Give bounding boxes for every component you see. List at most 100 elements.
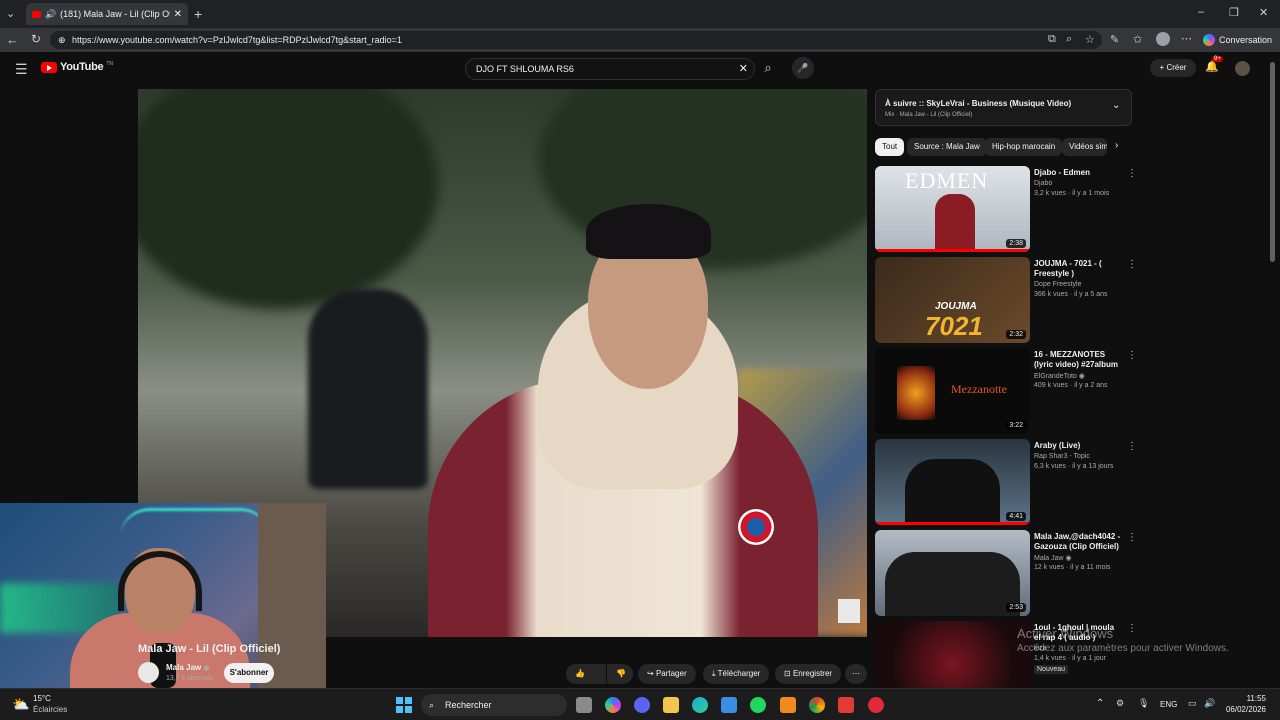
browser-tab[interactable]: 🔊 (181) Mala Jaw - Lil (Clip Offici ✕ (26, 3, 188, 25)
activate-windows-subtitle: Accédez aux paramètres pour activer Wind… (1017, 643, 1229, 654)
recommendation-card[interactable]: 4:41 Araby (Live) Rap Shar3 - Topic 6,3 … (875, 439, 1137, 525)
tray-overflow-icon[interactable]: ⌃ (1096, 698, 1104, 709)
more-options-icon[interactable]: ⋮ (1127, 623, 1135, 634)
weather-temperature[interactable]: 15°C (33, 694, 51, 703)
network-icon[interactable]: ▭ (1188, 698, 1197, 709)
chevron-right-icon[interactable]: › (1115, 140, 1118, 151)
channel-avatar[interactable] (138, 662, 159, 683)
menu-dots-icon[interactable]: ⋯ (1181, 32, 1192, 45)
share-button[interactable]: ↪ Partager (638, 664, 696, 684)
rec-meta: 6,3 k vues · il y a 13 jours (1034, 463, 1114, 470)
speaker-icon[interactable]: 🔊 (45, 9, 56, 20)
chip-moroccan-hiphop[interactable]: Hip-hop marocain (985, 138, 1063, 156)
rec-meta: 3,2 k vues · il y a 1 mois (1034, 190, 1110, 197)
account-avatar[interactable] (1235, 61, 1250, 76)
file-explorer-icon[interactable] (663, 697, 679, 713)
subscribe-button[interactable]: S'abonner (224, 663, 274, 683)
video-thumbnail[interactable]: 4:41 (875, 439, 1030, 525)
chrome-icon[interactable] (809, 697, 825, 713)
microphone-icon[interactable]: 🎙 (1138, 698, 1149, 709)
favorites-icon[interactable]: ✩ (1133, 33, 1142, 46)
tray-app-icon[interactable]: ⚙ (1116, 698, 1124, 709)
chevron-down-icon[interactable]: ⌄ (1112, 100, 1120, 111)
more-options-icon[interactable]: ⋮ (1127, 168, 1137, 179)
recommendation-card[interactable]: 2:53 Mala Jaw,@dach4042 - Gazouza (Clip … (875, 530, 1137, 616)
search-input[interactable]: DJO FT SHLOUMA RS6 (476, 64, 574, 74)
channel-name[interactable]: Mala Jaw ◉ (166, 663, 209, 672)
more-options-icon[interactable]: ⋮ (1127, 532, 1137, 543)
app-icon[interactable] (838, 697, 854, 713)
more-options-icon[interactable]: ⋮ (1127, 350, 1137, 361)
like-button[interactable]: 👍 823 (566, 664, 606, 698)
video-thumbnail[interactable] (875, 621, 1030, 688)
vlc-icon[interactable] (780, 697, 796, 713)
start-button[interactable] (396, 697, 412, 713)
rec-channel: Mala Jaw ◉ (1034, 554, 1072, 562)
page-scrollbar[interactable] (1270, 62, 1275, 262)
save-button[interactable]: ⊡ Enregistrer (775, 664, 842, 684)
close-window-icon[interactable]: ✕ (1259, 6, 1268, 19)
webcam-overlay (0, 503, 326, 688)
close-tab-icon[interactable]: ✕ (174, 9, 182, 20)
task-view-icon[interactable] (576, 697, 592, 713)
search-box[interactable]: DJO FT SHLOUMA RS6 ✕ (465, 58, 755, 80)
hamburger-menu-icon[interactable]: ☰ (15, 61, 28, 78)
maximize-icon[interactable]: ❐ (1229, 6, 1239, 19)
chip-all[interactable]: Tout (875, 138, 905, 156)
refresh-icon[interactable]: ↻ (31, 32, 41, 46)
youtube-favicon-icon (32, 10, 41, 18)
extensions-icon[interactable]: ✎ (1110, 33, 1119, 46)
search-icon[interactable]: ⌕ (760, 60, 776, 76)
video-thumbnail[interactable]: Mezzanotte 3:22 (875, 348, 1030, 434)
recommendation-card[interactable]: EDMEN 2:38 Djabo - Edmen Djabo 3,2 k vue… (875, 166, 1137, 252)
edge-icon[interactable] (692, 697, 708, 713)
discord-icon[interactable] (634, 697, 650, 713)
clear-search-icon[interactable]: ✕ (739, 59, 748, 79)
youtube-logo-text: YouTube (60, 61, 104, 73)
channel-name-text: Mala Jaw (166, 663, 202, 672)
chip-similar-videos[interactable]: Vidéos sim (1062, 138, 1107, 156)
chip-source-mala-jaw[interactable]: Source : Mala Jaw (907, 138, 987, 156)
youtube-country-code: TN (106, 61, 113, 67)
video-thumbnail[interactable]: JOUJMA 7021 2:32 (875, 257, 1030, 343)
minimize-icon[interactable]: – (1198, 6, 1204, 18)
streaming-app-icon[interactable] (868, 697, 884, 713)
copilot-app-icon[interactable] (605, 697, 621, 713)
video-thumbnail[interactable]: EDMEN 2:38 (875, 166, 1030, 252)
weather-icon[interactable]: ⛅ (12, 696, 29, 713)
zoom-icon[interactable]: ⌕ (1066, 33, 1072, 46)
download-button[interactable]: ⤓ Télécharger (703, 664, 770, 684)
microsoft-store-icon[interactable] (721, 697, 737, 713)
youtube-logo[interactable]: YouTube TN (41, 61, 113, 73)
rec-meta: 366 k vues · il y a 5 ans (1034, 291, 1108, 298)
recommendation-card[interactable]: JOUJMA 7021 2:32 JOUJMA - 7021 - ( Frees… (875, 257, 1137, 343)
create-button[interactable]: + Créer (1150, 59, 1196, 77)
site-info-icon[interactable]: ⊕ (58, 31, 66, 49)
video-thumbnail[interactable]: 2:53 (875, 530, 1030, 616)
language-indicator[interactable]: ENG (1160, 700, 1177, 709)
more-options-icon[interactable]: ⋮ (1127, 441, 1137, 452)
clock-time[interactable]: 11:55 (1230, 694, 1266, 703)
notifications-button[interactable]: 🔔 9+ (1205, 56, 1223, 73)
voice-search-icon[interactable]: 🎤 (792, 57, 814, 79)
app-available-icon[interactable]: ⧉ (1048, 33, 1056, 46)
copilot-conversation-button[interactable]: Conversation (1203, 31, 1275, 49)
back-icon[interactable]: ← (6, 32, 19, 47)
tab-list-icon[interactable]: ⌄ (6, 7, 15, 20)
taskbar-search[interactable]: ⌕ Rechercher (421, 694, 567, 716)
volume-icon[interactable]: 🔊 (1204, 698, 1215, 709)
bayern-logo-icon (738, 509, 774, 545)
more-actions-button[interactable]: ⋯ (845, 664, 867, 684)
spotify-icon[interactable] (750, 697, 766, 713)
favorite-star-icon[interactable]: ☆ (1085, 33, 1095, 46)
video-title: Mala Jaw - Lil (Clip Officiel) (138, 643, 281, 655)
clock-date[interactable]: 06/02/2026 (1224, 705, 1266, 714)
more-options-icon[interactable]: ⋮ (1127, 259, 1137, 270)
recommendation-card[interactable]: Mezzanotte 3:22 16 - MEZZANOTES (lyric v… (875, 348, 1137, 434)
url-field[interactable]: ⊕ https://www.youtube.com/watch?v=PzlJwl… (50, 31, 1102, 49)
up-next-panel[interactable]: À suivre :: SkyLeVrai - Business (Musiqu… (875, 89, 1132, 126)
dislike-button[interactable]: 👎 (607, 664, 633, 684)
bell-icon: 🔔 (1205, 61, 1219, 73)
new-tab-icon[interactable]: + (194, 6, 202, 22)
profile-avatar[interactable] (1156, 32, 1170, 46)
